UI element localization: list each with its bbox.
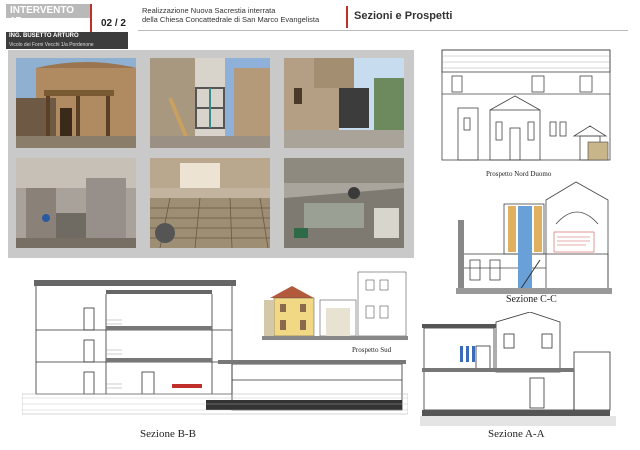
site-photo-1 xyxy=(16,58,136,148)
engineer-name: ING. BUSETTO ARTURO xyxy=(6,32,128,41)
project-title: Realizzazione Nuova Sacrestia interrata … xyxy=(142,6,342,24)
engineer-address: Vicolo dei Forni Vecchi 1/a Pordenone xyxy=(6,41,128,49)
site-photo-4 xyxy=(16,158,136,248)
caption-sezione-bb: Sezione B-B xyxy=(140,428,196,440)
caption-sezione-cc: Sezione C-C xyxy=(506,294,557,305)
site-photo-3 xyxy=(284,58,404,148)
sezione-bb-drawing xyxy=(21,280,409,431)
site-photo-5 xyxy=(150,158,270,248)
photo-panel xyxy=(8,50,414,258)
caption-sezione-aa: Sezione A-A xyxy=(488,428,545,440)
header-rule xyxy=(138,30,628,31)
page-number: 02 / 2 xyxy=(100,18,126,29)
site-photo-2 xyxy=(150,58,270,148)
caption-prospetto-nord: Prospetto Nord Duomo xyxy=(486,170,552,178)
intervention-label: INTERVENTO 17 xyxy=(6,4,90,27)
project-line-2: della Chiesa Concattedrale di San Marco … xyxy=(142,15,320,24)
prospetto-nord-drawing xyxy=(440,48,612,173)
sezione-cc-drawing xyxy=(456,180,612,299)
site-photo-6 xyxy=(284,158,404,248)
project-line-1: Realizzazione Nuova Sacrestia interrata xyxy=(142,6,276,15)
section-title: Sezioni e Prospetti xyxy=(354,10,453,22)
title-divider xyxy=(346,6,348,28)
sezione-aa-drawing xyxy=(420,311,616,431)
